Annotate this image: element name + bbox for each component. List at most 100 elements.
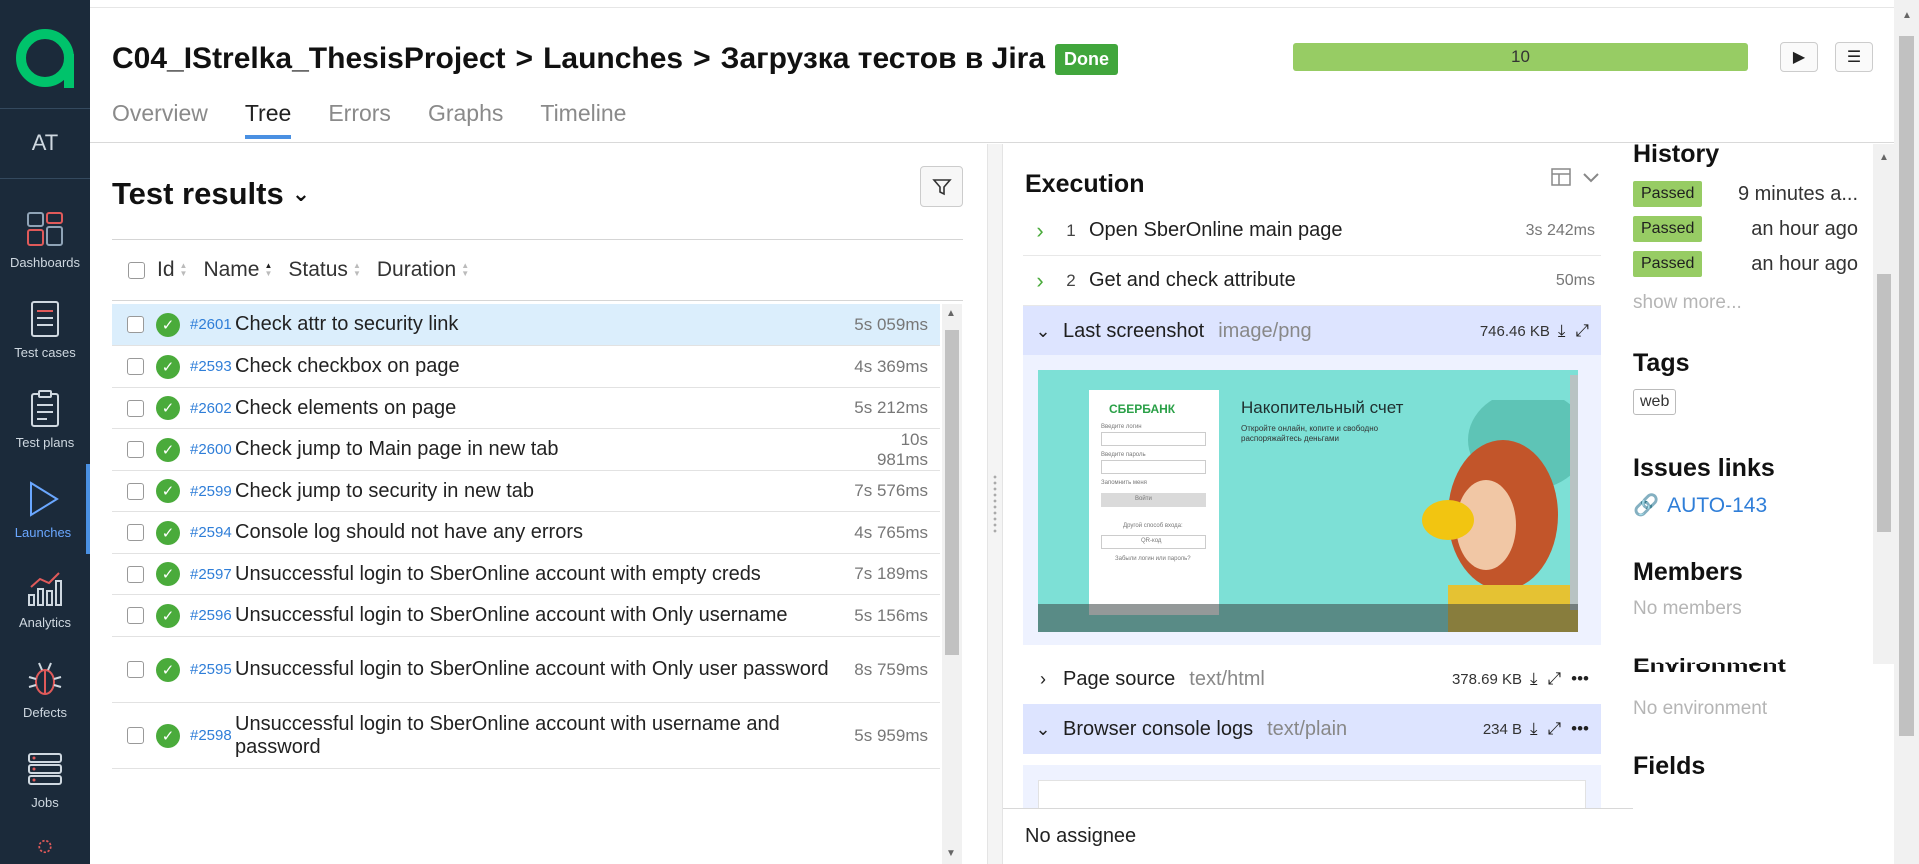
test-info-panel: History Passed 9 minutes a... Passed an … bbox=[1633, 144, 1873, 664]
table-row[interactable]: ✓ #2597 Unsuccessful login to SberOnline… bbox=[112, 554, 940, 595]
test-name: Check elements on page bbox=[235, 396, 457, 419]
row-checkbox[interactable] bbox=[127, 727, 144, 744]
test-id[interactable]: #2593 bbox=[190, 358, 235, 375]
test-id[interactable]: #2598 bbox=[190, 727, 235, 744]
execution-panel: Execution › 1 Open SberOnline main page … bbox=[1003, 144, 1633, 864]
history-item[interactable]: Passed an hour ago bbox=[1633, 250, 1858, 278]
jobs-icon bbox=[28, 752, 62, 785]
tab-graphs[interactable]: Graphs bbox=[428, 100, 503, 139]
table-row[interactable]: ✓ #2595 Unsuccessful login to SberOnline… bbox=[112, 637, 940, 703]
scroll-up-icon[interactable]: ▲ bbox=[946, 308, 956, 319]
sidebar-item-jobs[interactable]: Jobs bbox=[0, 734, 90, 824]
scroll-up-icon[interactable]: ▲ bbox=[1902, 10, 1912, 21]
row-checkbox[interactable] bbox=[127, 524, 144, 541]
expand-icon[interactable]: ⤢ bbox=[1548, 669, 1562, 689]
screenshot-preview[interactable]: СБЕРБАНК Введите логин Введите пароль За… bbox=[1023, 355, 1601, 645]
tab-tree[interactable]: Tree bbox=[244, 100, 292, 139]
table-row[interactable]: ✓ #2602 Check elements on page 5s 212ms bbox=[112, 388, 940, 429]
breadcrumb-project[interactable]: C04_IStrelka_ThesisProject bbox=[112, 42, 506, 76]
sidebar-item-test-cases[interactable]: Test cases bbox=[0, 284, 90, 374]
breadcrumb-launches[interactable]: Launches bbox=[543, 42, 683, 76]
attachment-row[interactable]: › Page source text/html 378.69 KB ⤓ ⤢ ••… bbox=[1023, 654, 1601, 704]
app-logo[interactable] bbox=[0, 8, 90, 108]
issue-link[interactable]: 🔗 AUTO-143 bbox=[1633, 494, 1767, 518]
chevron-down-icon[interactable] bbox=[1581, 168, 1601, 186]
tab-overview[interactable]: Overview bbox=[112, 100, 208, 139]
screenshot-login-label: Введите логин bbox=[1101, 424, 1142, 430]
table-row[interactable]: ✓ #2599 Check jump to security in new ta… bbox=[112, 471, 940, 512]
scrollbar-thumb[interactable] bbox=[1877, 274, 1891, 532]
table-row[interactable]: ✓ #2601 Check attr to security link 5s 0… bbox=[112, 304, 940, 346]
sidebar-item-settings[interactable] bbox=[0, 835, 90, 864]
test-id[interactable]: #2596 bbox=[190, 607, 235, 624]
bug-icon bbox=[28, 662, 62, 695]
history-item[interactable]: Passed an hour ago bbox=[1633, 215, 1858, 243]
row-checkbox[interactable] bbox=[127, 316, 144, 333]
assignee-bar[interactable]: No assignee bbox=[1003, 808, 1633, 864]
test-id[interactable]: #2599 bbox=[190, 483, 235, 500]
filter-button[interactable] bbox=[920, 166, 963, 207]
sidebar-item-test-plans[interactable]: Test plans bbox=[0, 374, 90, 464]
column-status[interactable]: Status ▲ ▼ bbox=[288, 258, 360, 282]
row-checkbox[interactable] bbox=[127, 661, 144, 678]
column-duration[interactable]: Duration ▲ ▼ bbox=[377, 258, 469, 282]
column-id[interactable]: Id ▲ ▼ bbox=[157, 258, 187, 282]
test-name: Unsuccessful login to SberOnline account… bbox=[235, 604, 788, 626]
download-icon[interactable]: ⤓ bbox=[1558, 321, 1566, 341]
layout-icon[interactable] bbox=[1551, 168, 1571, 186]
sidebar-item-dashboards[interactable]: Dashboards bbox=[0, 194, 90, 284]
column-name[interactable]: Name ▲ ▼ bbox=[203, 258, 272, 282]
step-row[interactable]: › 1 Open SberOnline main page 3s 242ms bbox=[1023, 206, 1601, 256]
table-row[interactable]: ✓ #2600 Check jump to Main page in new t… bbox=[112, 429, 940, 471]
test-id[interactable]: #2594 bbox=[190, 524, 235, 541]
tab-timeline[interactable]: Timeline bbox=[540, 100, 626, 139]
test-results-title[interactable]: Test results ⌄ bbox=[112, 176, 310, 212]
test-results-heading: Test results bbox=[112, 176, 284, 211]
sidebar-item-launches[interactable]: Launches bbox=[0, 464, 90, 554]
row-checkbox[interactable] bbox=[127, 607, 144, 624]
more-icon[interactable]: ••• bbox=[1571, 669, 1589, 689]
menu-button[interactable]: ☰ bbox=[1835, 42, 1873, 72]
row-checkbox[interactable] bbox=[127, 482, 144, 500]
row-checkbox[interactable] bbox=[127, 565, 144, 583]
scrollbar-thumb[interactable] bbox=[945, 330, 959, 655]
test-id[interactable]: #2600 bbox=[190, 441, 235, 458]
tab-errors[interactable]: Errors bbox=[328, 100, 391, 139]
test-id[interactable]: #2602 bbox=[190, 400, 235, 417]
panel-resize-handle[interactable] bbox=[987, 144, 1003, 864]
row-checkbox[interactable] bbox=[127, 441, 144, 458]
user-avatar[interactable]: AT bbox=[0, 108, 90, 178]
table-row[interactable]: ✓ #2596 Unsuccessful login to SberOnline… bbox=[112, 595, 940, 637]
attachment-row[interactable]: ⌄ Browser console logs text/plain 234 B … bbox=[1023, 704, 1601, 754]
table-row[interactable]: ✓ #2594 Console log should not have any … bbox=[112, 512, 940, 554]
test-id[interactable]: #2601 bbox=[190, 316, 235, 333]
step-row[interactable]: › 2 Get and check attribute 50ms bbox=[1023, 256, 1601, 306]
sidebar-item-defects[interactable]: Defects bbox=[0, 644, 90, 734]
run-button[interactable]: ▶ bbox=[1780, 42, 1818, 72]
tag-chip[interactable]: web bbox=[1633, 389, 1677, 415]
expand-icon[interactable]: ⤢ bbox=[1548, 719, 1562, 739]
test-name: Unsuccessful login to SberOnline account… bbox=[235, 562, 761, 585]
table-row[interactable]: ✓ #2598 Unsuccessful login to SberOnline… bbox=[112, 703, 940, 769]
table-row[interactable]: ✓ #2593 Check checkbox on page 4s 369ms bbox=[112, 346, 940, 388]
sidebar-item-analytics[interactable]: Analytics bbox=[0, 554, 90, 644]
scrollbar-thumb[interactable] bbox=[1899, 36, 1914, 736]
row-checkbox[interactable] bbox=[127, 358, 144, 375]
page-scrollbar[interactable]: ▲ bbox=[1894, 0, 1919, 864]
more-icon[interactable]: ••• bbox=[1571, 719, 1589, 739]
download-icon[interactable]: ⤓ bbox=[1530, 719, 1538, 739]
expand-icon[interactable]: ⤢ bbox=[1575, 321, 1589, 341]
attachment-row[interactable]: ⌄ Last screenshot image/png 746.46 KB ⤓ … bbox=[1023, 306, 1601, 356]
select-all-checkbox[interactable] bbox=[128, 261, 145, 279]
sort-icon: ▲ ▼ bbox=[179, 261, 188, 278]
scroll-down-icon[interactable]: ▼ bbox=[946, 848, 956, 859]
results-scrollbar[interactable]: ▲ ▼ bbox=[942, 304, 962, 864]
test-id[interactable]: #2595 bbox=[190, 661, 235, 678]
download-icon[interactable]: ⤓ bbox=[1530, 669, 1538, 689]
show-more-link[interactable]: show more... bbox=[1633, 292, 1742, 314]
info-scrollbar[interactable]: ▲ bbox=[1873, 144, 1894, 664]
row-checkbox[interactable] bbox=[127, 399, 144, 417]
test-id[interactable]: #2597 bbox=[190, 566, 235, 583]
history-item[interactable]: Passed 9 minutes a... bbox=[1633, 180, 1858, 208]
scroll-up-icon[interactable]: ▲ bbox=[1879, 152, 1889, 163]
